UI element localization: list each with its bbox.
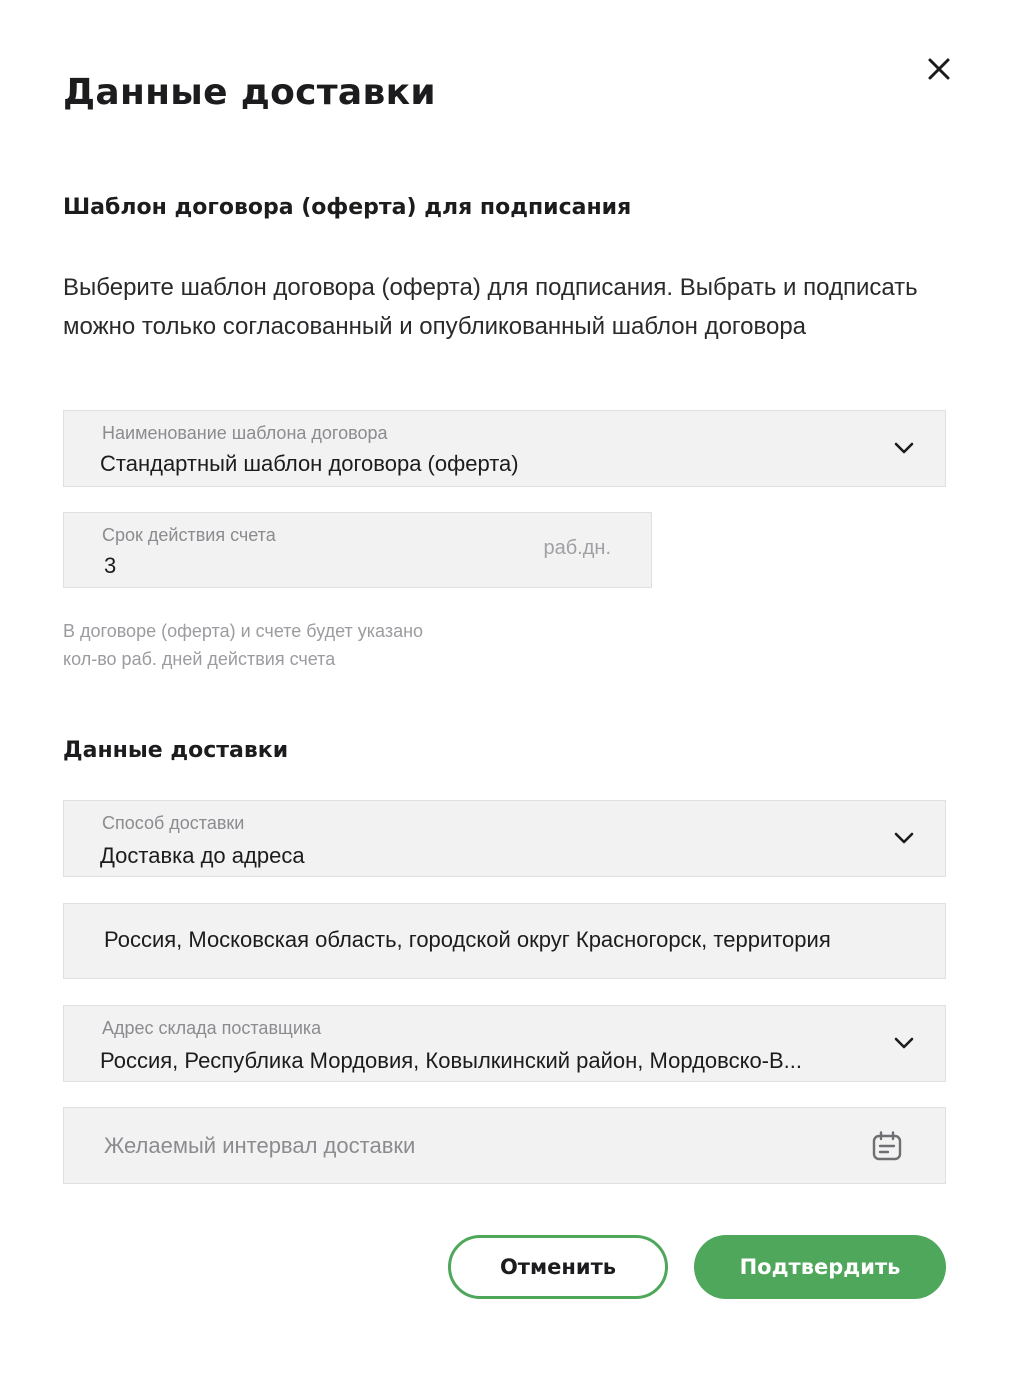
delivery-interval-placeholder: Желаемый интервал доставки: [104, 1133, 416, 1158]
invoice-term-label: Срок действия счета: [102, 525, 276, 545]
invoice-term-field[interactable]: Срок действия счета 3 раб.дн.: [63, 512, 652, 588]
delivery-method-value: Доставка до адреса: [100, 843, 305, 868]
delivery-method-label: Способ доставки: [102, 813, 245, 833]
invoice-term-suffix: раб.дн.: [543, 537, 611, 559]
chevron-down-icon: [894, 832, 914, 844]
contract-section-title: Шаблон договора (оферта) для подписания: [63, 195, 632, 220]
close-button[interactable]: [922, 52, 956, 86]
chevron-down-icon: [894, 442, 914, 454]
calendar-icon[interactable]: [871, 1130, 903, 1162]
confirm-button[interactable]: Подтвердить: [694, 1235, 946, 1299]
invoice-term-value: 3: [104, 553, 117, 578]
delivery-interval-field[interactable]: Желаемый интервал доставки: [63, 1107, 946, 1184]
contract-template-select[interactable]: Наименование шаблона договора Стандартны…: [63, 410, 946, 487]
delivery-address-field[interactable]: Россия, Московская область, городской ок…: [63, 903, 946, 979]
warehouse-address-select[interactable]: Адрес склада поставщика Россия, Республи…: [63, 1005, 946, 1082]
invoice-term-hint: В договоре (оферта) и счете будет указан…: [63, 617, 423, 673]
modal-title: Данные доставки: [63, 72, 436, 113]
contract-template-label: Наименование шаблона договора: [102, 423, 388, 443]
invoice-term-hint-line-1: В договоре (оферта) и счете будет указан…: [63, 621, 424, 641]
invoice-term-hint-line-2: кол-во раб. дней действия счета: [63, 649, 336, 669]
contract-description: Выберите шаблон договора (оферта) для по…: [63, 274, 918, 340]
delivery-section-title: Данные доставки: [63, 738, 289, 763]
delivery-address-value: Россия, Московская область, городской ок…: [104, 927, 831, 952]
warehouse-address-value: Россия, Республика Мордовия, Ковылкински…: [100, 1048, 803, 1073]
close-icon: [928, 58, 950, 80]
warehouse-address-label: Адрес склада поставщика: [102, 1018, 322, 1038]
cancel-button[interactable]: Отменить: [448, 1235, 668, 1299]
delivery-method-select[interactable]: Способ доставки Доставка до адреса: [63, 800, 946, 877]
chevron-down-icon: [894, 1037, 914, 1049]
contract-template-value: Стандартный шаблон договора (оферта): [100, 451, 519, 476]
delivery-modal: Данные доставки Шаблон договора (оферта)…: [0, 0, 1010, 1386]
